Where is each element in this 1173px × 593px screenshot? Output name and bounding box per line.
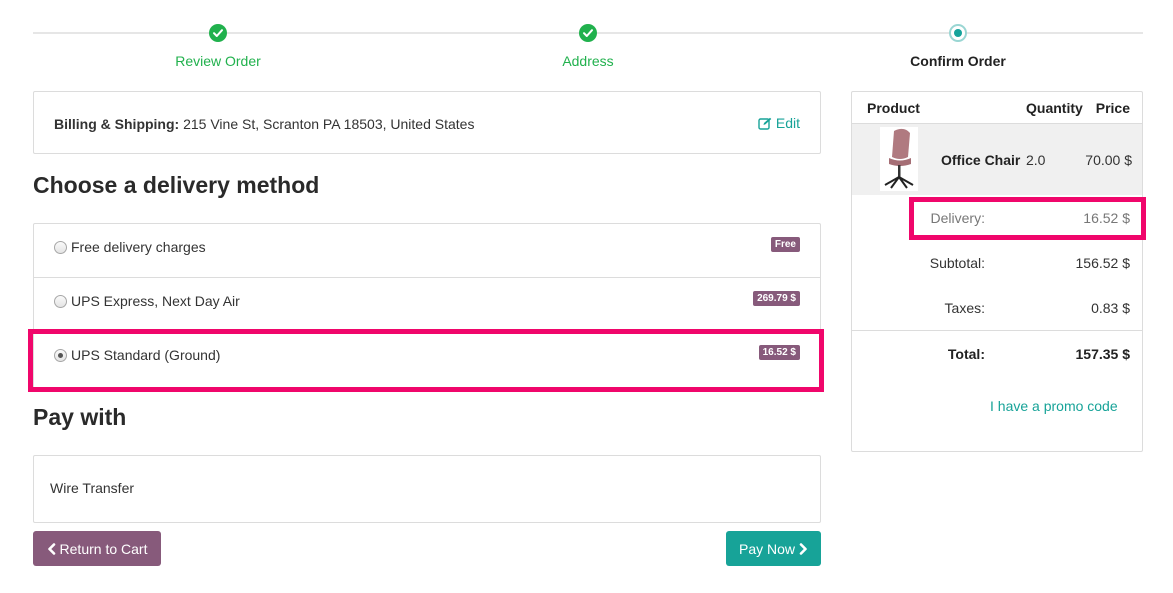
payment-method: Wire Transfer [50, 480, 135, 496]
chevron-left-icon [47, 542, 55, 555]
radio-button[interactable] [54, 349, 67, 362]
edit-label: Edit [775, 115, 800, 131]
price-badge: 16.52 $ [758, 345, 800, 360]
delivery-name: UPS Express, Next Day Air [71, 293, 240, 309]
delivery-title: Choose a delivery method [33, 172, 320, 198]
delivery-methods: Free delivery charges Free UPS Express, … [33, 223, 821, 391]
edit-address-link[interactable]: Edit [758, 115, 800, 131]
product-row: Office Chair 2.0 70.00 $ [852, 123, 1142, 195]
delivery-option-ups-standard[interactable]: UPS Standard (Ground) 16.52 $ [34, 332, 820, 390]
header-price: Price [1095, 100, 1130, 116]
step-review-order[interactable]: Review Order [118, 22, 318, 69]
address-text: Billing & Shipping: 215 Vine St, Scranto… [54, 116, 474, 132]
checkout-progress: Review Order Address Confirm Order [33, 22, 1143, 72]
order-summary: Product Quantity Price Office Chair 2.0 … [851, 91, 1143, 452]
delivery-label: Delivery: [930, 210, 985, 226]
step-address[interactable]: Address [488, 22, 688, 69]
step-label: Confirm Order [910, 53, 1006, 69]
taxes-label: Taxes: [944, 300, 985, 316]
subtotal-label: Subtotal: [929, 255, 985, 271]
total-label: Total: [947, 346, 985, 362]
taxes-value: 0.83 $ [1091, 300, 1130, 316]
promo-code-link[interactable]: I have a promo code [990, 398, 1118, 414]
price-badge: 269.79 $ [753, 291, 800, 306]
radio-button[interactable] [54, 295, 67, 308]
address-value: 215 Vine St, Scranton PA 18503, United S… [183, 116, 475, 132]
edit-icon [758, 117, 772, 130]
delivery-option-free[interactable]: Free delivery charges Free [34, 224, 820, 278]
radio-button[interactable] [54, 241, 67, 254]
delivery-option-ups-express[interactable]: UPS Express, Next Day Air 269.79 $ [34, 278, 820, 332]
subtotal-value: 156.52 $ [1075, 255, 1131, 271]
current-step-icon [949, 24, 967, 42]
check-circle-icon [209, 24, 227, 42]
step-confirm-order: Confirm Order [858, 22, 1058, 69]
pay-label: Pay Now [738, 540, 796, 557]
payment-title: Pay with [33, 404, 127, 430]
product-image [880, 127, 918, 191]
pay-now-button[interactable]: Pay Now [726, 531, 821, 566]
step-label: Review Order [175, 53, 261, 69]
price-badge: Free [770, 237, 800, 252]
product-name: Office Chair [941, 152, 1021, 168]
delivery-name: Free delivery charges [71, 239, 206, 255]
divider [852, 330, 1142, 331]
return-label: Return to Cart [59, 540, 148, 557]
product-price: 70.00 $ [1085, 152, 1132, 168]
return-to-cart-button[interactable]: Return to Cart [33, 531, 161, 566]
product-quantity: 2.0 [1026, 152, 1046, 168]
delivery-value: 16.52 $ [1083, 210, 1130, 226]
check-circle-icon [579, 24, 597, 42]
address-label: Billing & Shipping: [54, 116, 180, 132]
total-value: 157.35 $ [1075, 346, 1131, 362]
delivery-name: UPS Standard (Ground) [71, 347, 221, 363]
chevron-right-icon [799, 542, 807, 555]
step-label: Address [562, 53, 614, 69]
payment-method-box[interactable]: Wire Transfer [33, 455, 821, 523]
address-box: Billing & Shipping: 215 Vine St, Scranto… [33, 91, 821, 154]
header-quantity: Quantity [1026, 100, 1083, 116]
header-product: Product [867, 100, 920, 116]
